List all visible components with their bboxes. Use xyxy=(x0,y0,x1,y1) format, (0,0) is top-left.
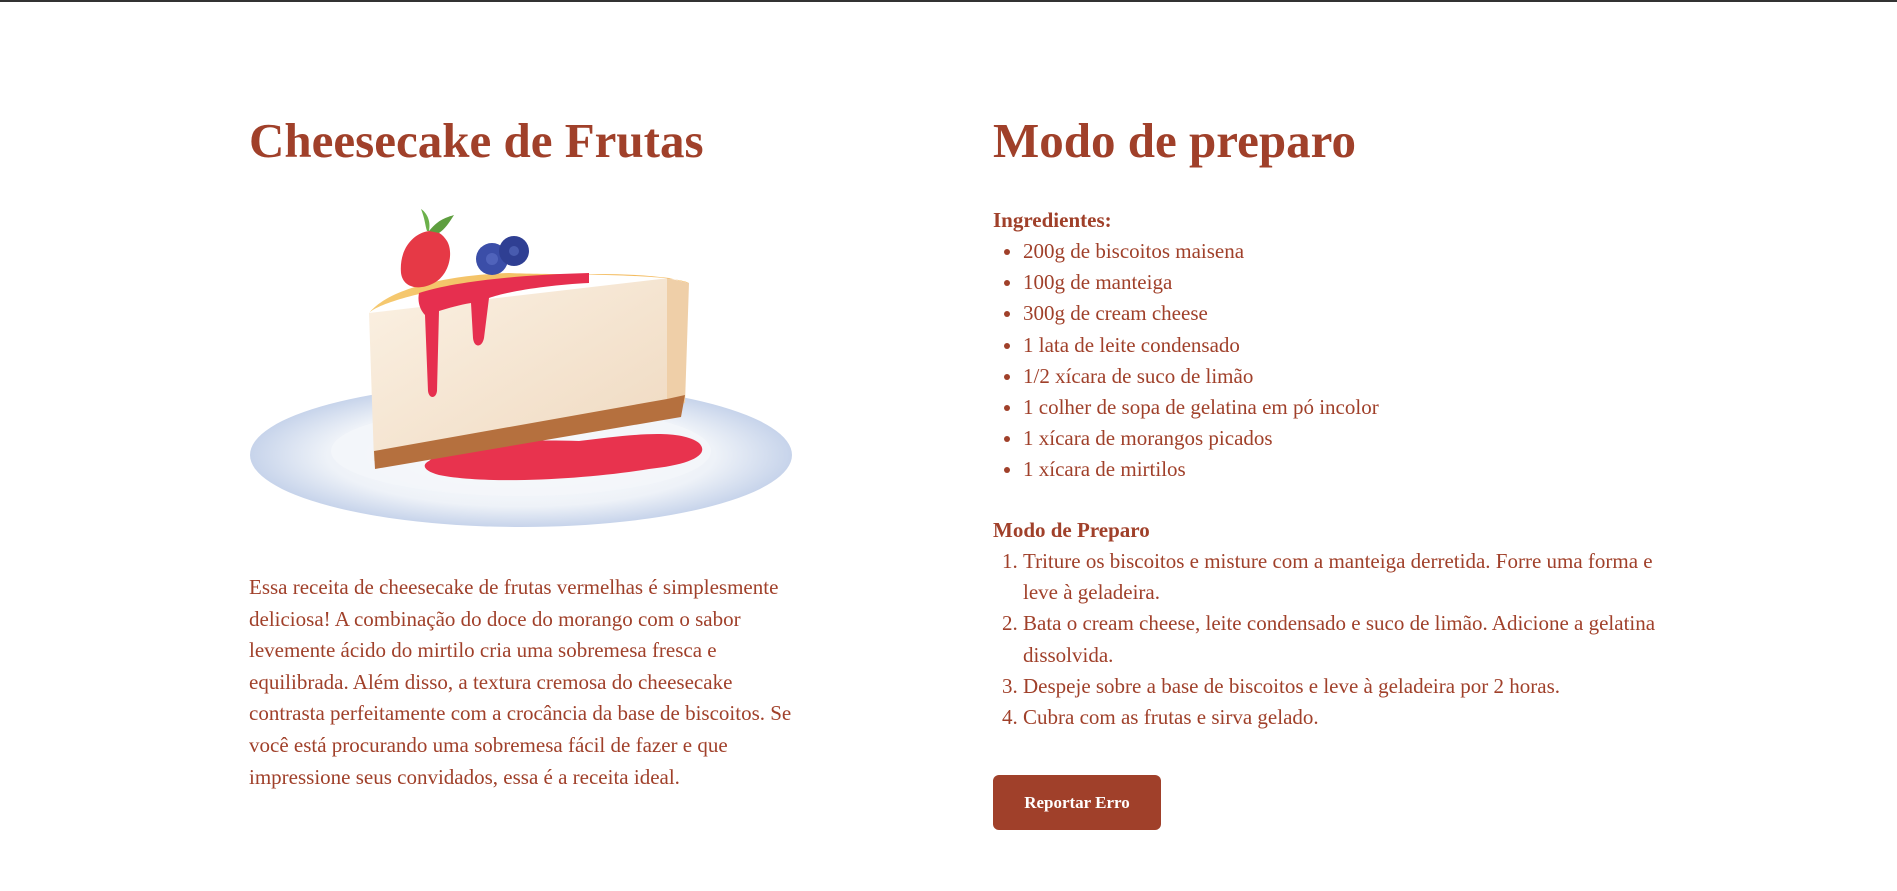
step-item: Triture os biscoitos e misture com a man… xyxy=(1023,546,1683,608)
ingredient-item: 1/2 xícara de suco de limão xyxy=(1023,361,1379,392)
steps-list: Triture os biscoitos e misture com a man… xyxy=(993,546,1683,733)
step-item: Bata o cream cheese, leite condensado e … xyxy=(1023,608,1683,670)
recipe-overview: Cheesecake de Frutas Essa receita de che… xyxy=(249,105,794,789)
preparation-section: Modo de preparo Ingredientes: 200g de bi… xyxy=(993,105,1673,830)
preparation-title: Modo de preparo xyxy=(993,113,1356,168)
ingredient-item: 1 xícara de mirtilos xyxy=(1023,454,1379,485)
ingredient-item: 1 xícara de morangos picados xyxy=(1023,423,1379,454)
ingredients-heading: Ingredientes: xyxy=(993,208,1112,232)
ingredients-list: 200g de biscoitos maisena 100g de mantei… xyxy=(993,236,1379,486)
steps-heading: Modo de Preparo xyxy=(993,518,1150,542)
recipe-page: Cheesecake de Frutas Essa receita de che… xyxy=(0,0,1897,891)
ingredient-item: 300g de cream cheese xyxy=(1023,298,1379,329)
ingredient-item: 1 lata de leite condensado xyxy=(1023,330,1379,361)
ingredient-item: 200g de biscoitos maisena xyxy=(1023,236,1379,267)
ingredient-item: 1 colher de sopa de gelatina em pó incol… xyxy=(1023,392,1379,423)
recipe-title: Cheesecake de Frutas xyxy=(249,113,704,168)
step-item: Despeje sobre a base de biscoitos e leve… xyxy=(1023,671,1683,702)
recipe-description: Essa receita de cheesecake de frutas ver… xyxy=(249,575,792,789)
step-item: Cubra com as frutas e sirva gelado. xyxy=(1023,702,1683,733)
cheesecake-image xyxy=(250,209,792,527)
ingredient-item: 100g de manteiga xyxy=(1023,267,1379,298)
report-error-button[interactable]: Reportar Erro xyxy=(993,775,1161,830)
